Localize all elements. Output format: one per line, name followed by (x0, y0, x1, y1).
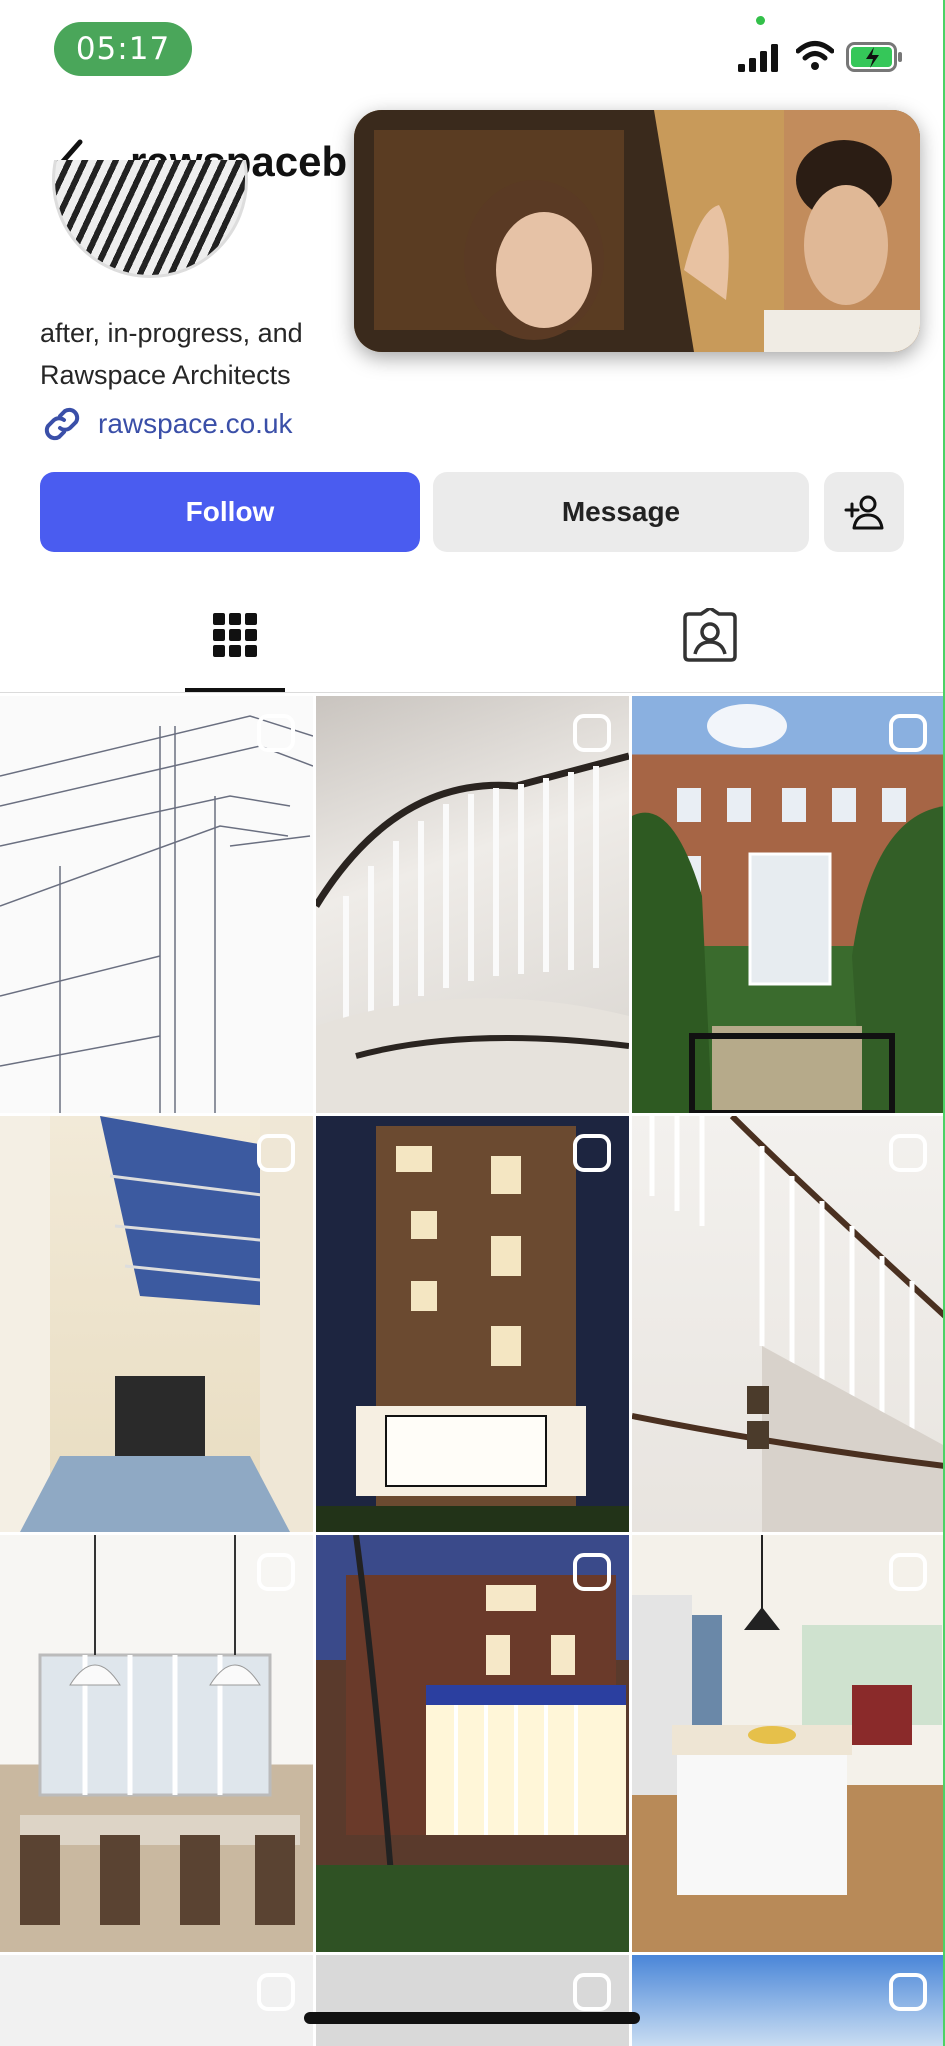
multi-post-icon (573, 1134, 611, 1172)
grid-post[interactable] (632, 696, 945, 1113)
message-button[interactable]: Message (433, 472, 809, 552)
person-add-icon (844, 495, 884, 530)
profile-bio: after, in-progress, and Rawspace Archite… (40, 312, 400, 396)
facetime-pip-window[interactable] (354, 110, 920, 352)
mic-indicator-dot (756, 16, 765, 25)
website-link[interactable]: rawspace.co.uk (40, 402, 293, 446)
grid-post[interactable] (632, 1955, 945, 2046)
tagged-person-icon (683, 608, 737, 662)
tab-tagged[interactable] (660, 580, 760, 694)
multi-post-icon (257, 1973, 295, 2011)
multi-post-icon (889, 714, 927, 752)
status-bar: 05:17 (0, 0, 945, 100)
grid-post[interactable] (0, 1955, 313, 2046)
link-icon (44, 407, 80, 441)
post-image (316, 1535, 629, 1952)
grid-post[interactable] (632, 1116, 945, 1532)
post-image (632, 1116, 945, 1532)
grid-post[interactable] (316, 1116, 629, 1532)
home-indicator[interactable] (304, 2012, 640, 2024)
grid-post[interactable] (316, 696, 629, 1113)
multi-post-icon (573, 714, 611, 752)
post-image (0, 715, 313, 1113)
profile-tabs (0, 580, 945, 694)
battery-charging-icon (846, 42, 902, 72)
multi-post-icon (889, 1134, 927, 1172)
tab-grid[interactable] (185, 580, 285, 694)
grid-post[interactable] (316, 1955, 629, 2046)
multi-post-icon (573, 1973, 611, 2011)
post-image (20, 1535, 300, 1925)
bio-line: Rawspace Architects (40, 360, 291, 390)
multi-post-icon (257, 714, 295, 752)
multi-post-icon (573, 1553, 611, 1591)
multi-post-icon (257, 1134, 295, 1172)
post-image (316, 752, 629, 1113)
avatar-image (52, 160, 248, 278)
grid-post[interactable] (0, 1535, 313, 1952)
multi-post-icon (889, 1973, 927, 2011)
profile-avatar[interactable] (52, 160, 248, 280)
grid-post[interactable] (632, 1535, 945, 1952)
video-call-feed (354, 110, 920, 352)
post-image (0, 1116, 313, 1532)
grid-icon (213, 613, 257, 657)
cellular-signal-icon (738, 44, 778, 72)
post-image (316, 1126, 629, 1532)
post-image (632, 1535, 942, 1895)
status-time[interactable]: 05:17 (54, 22, 192, 76)
wifi-icon (796, 41, 834, 70)
post-image (632, 704, 945, 1113)
grid-post[interactable] (316, 1535, 629, 1952)
add-person-button[interactable] (824, 472, 904, 552)
tabs-divider (0, 692, 945, 693)
multi-post-icon (889, 1553, 927, 1591)
website-text[interactable]: rawspace.co.uk (98, 408, 293, 440)
grid-post[interactable] (0, 1116, 313, 1532)
grid-post[interactable] (0, 696, 313, 1113)
follow-button[interactable]: Follow (40, 472, 420, 552)
multi-post-icon (257, 1553, 295, 1591)
bio-line: after, in-progress, and (40, 318, 303, 348)
